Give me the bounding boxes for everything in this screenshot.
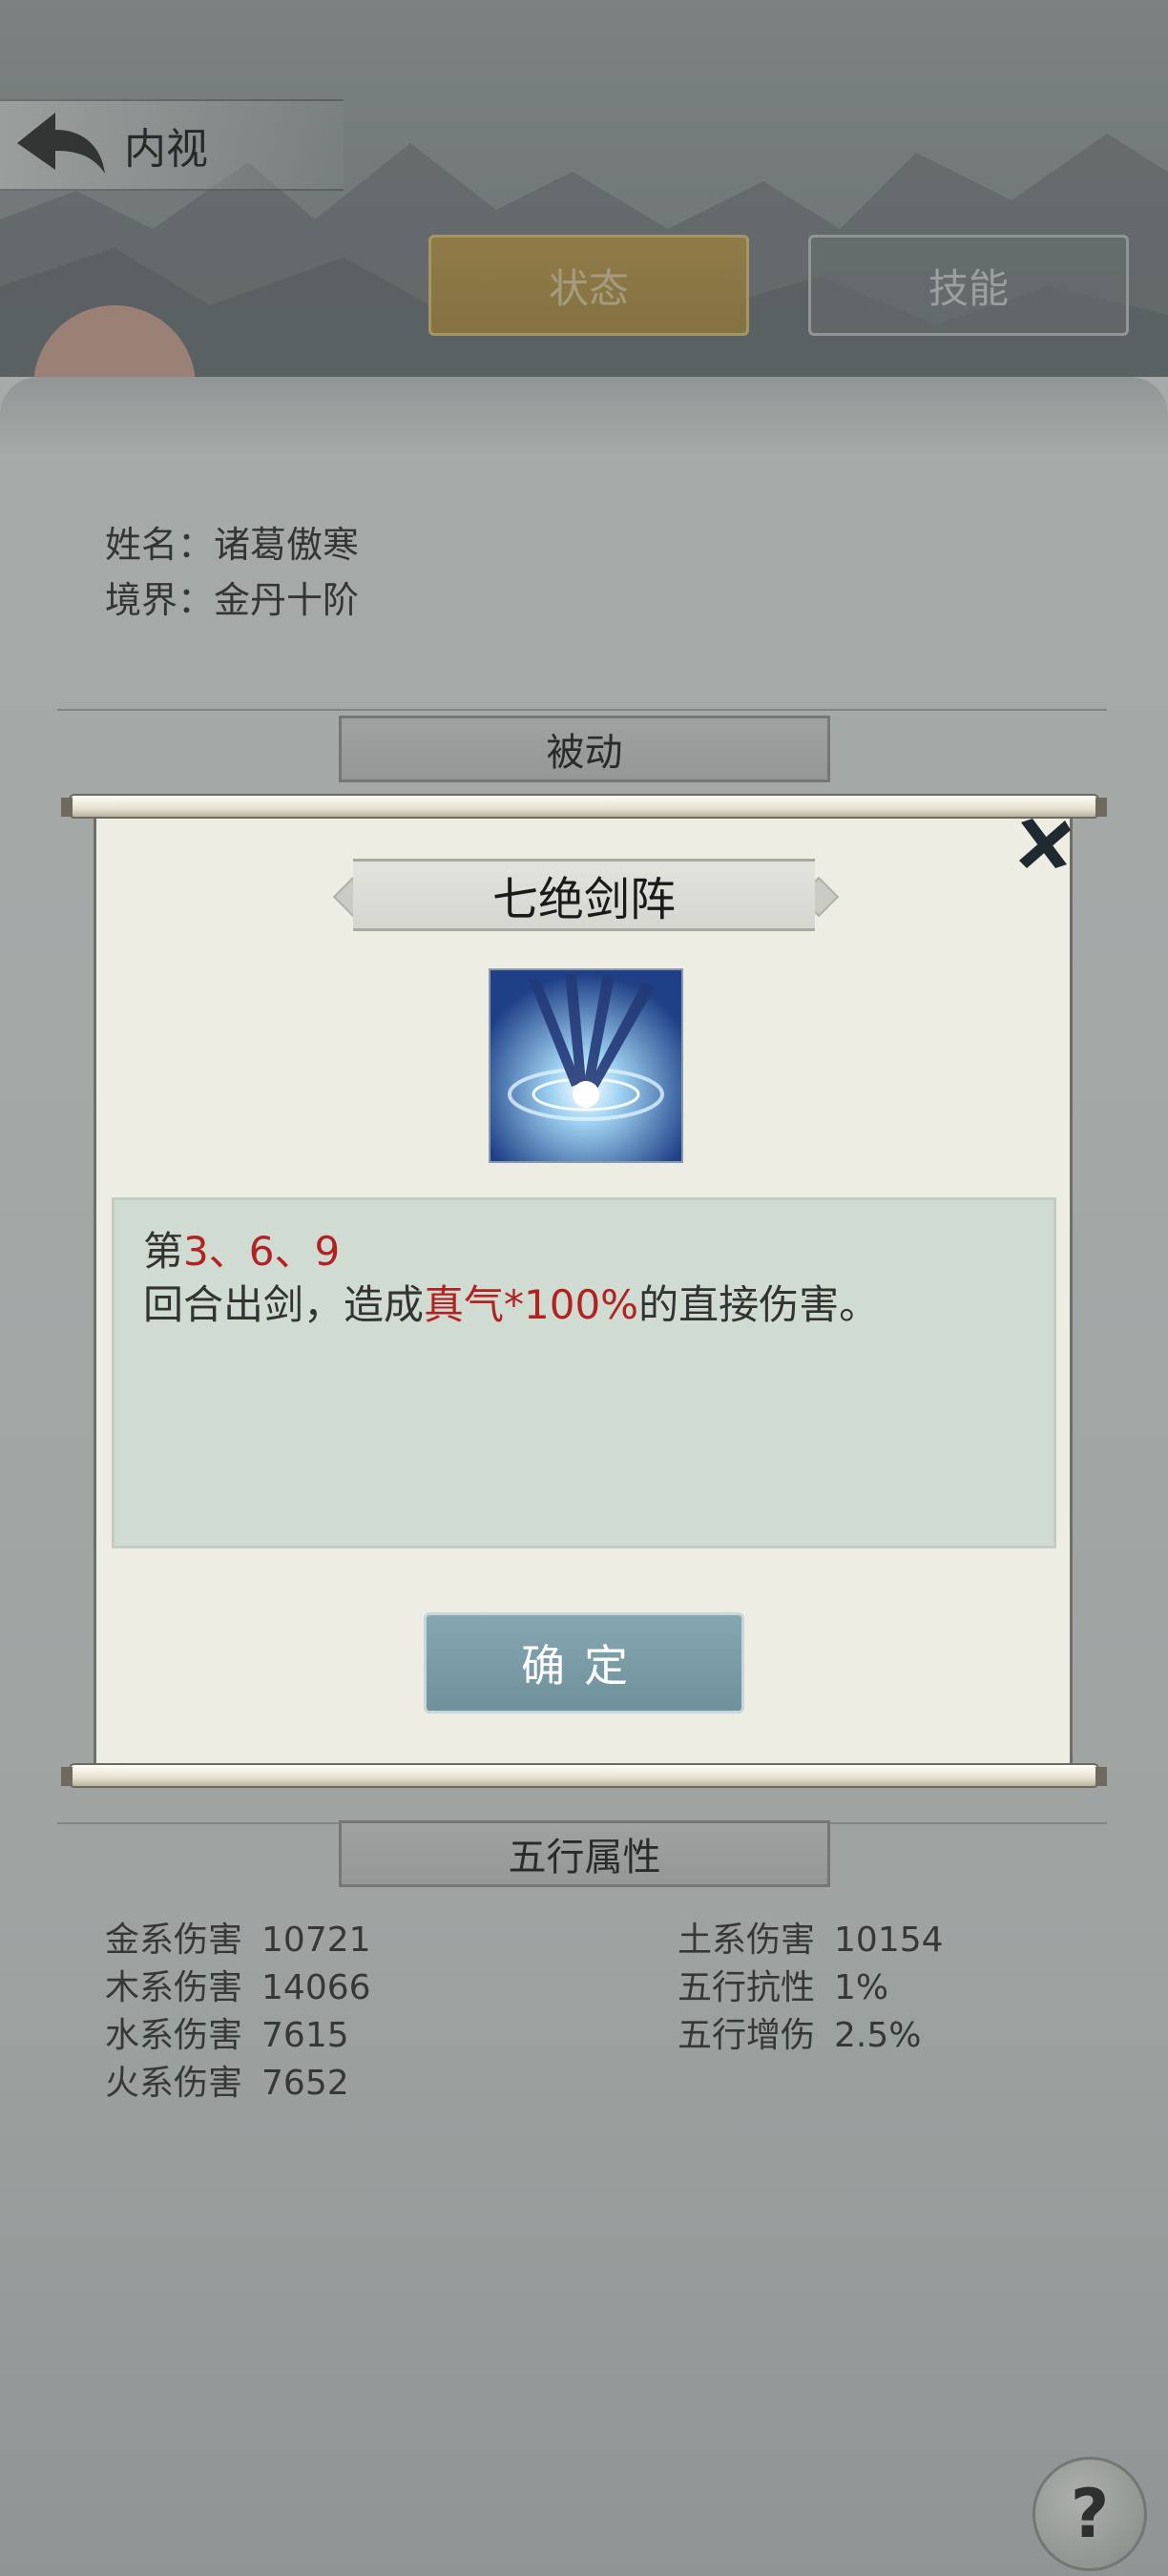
close-button[interactable] xyxy=(1013,813,1074,874)
skill-name: 七绝剑阵 xyxy=(353,859,815,931)
scroll-bottom-roller xyxy=(61,1763,1107,1788)
close-icon xyxy=(1019,819,1071,868)
confirm-button[interactable]: 确定 xyxy=(424,1612,744,1714)
description-line-2: 回合出剑，造成真气*100%的直接伤害。 xyxy=(143,1281,880,1328)
scroll-top-roller xyxy=(61,794,1107,819)
skill-description: 第3、6、9 回合出剑，造成真气*100%的直接伤害。 xyxy=(112,1197,1056,1548)
sword-formation-skill-icon xyxy=(489,968,683,1163)
description-line-1: 第3、6、9 xyxy=(143,1228,341,1275)
